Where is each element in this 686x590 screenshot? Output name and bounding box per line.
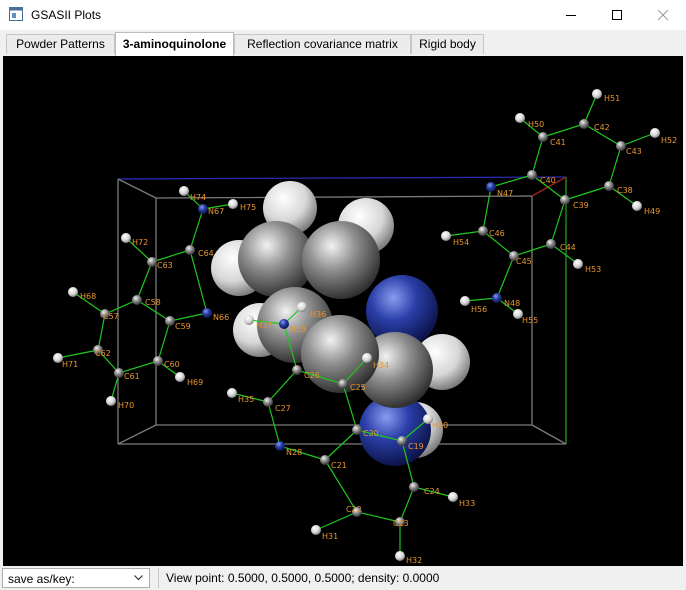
- label-H35: H35: [238, 395, 254, 404]
- app-icon: [9, 7, 23, 21]
- label-H37: H37: [256, 321, 272, 330]
- label-H36: H36: [310, 310, 326, 319]
- label-C58: C58: [145, 298, 161, 307]
- label-C41: C41: [550, 138, 566, 147]
- label-C19: C19: [408, 442, 424, 451]
- view-point-status: View point: 0.5000, 0.5000, 0.5000; dens…: [166, 571, 440, 585]
- chevron-down-icon: [134, 575, 143, 581]
- label-N28: N28: [286, 448, 302, 457]
- label-H51: H51: [604, 94, 620, 103]
- label-C44: C44: [560, 243, 576, 252]
- label-C38: C38: [617, 186, 633, 195]
- close-icon: [657, 9, 669, 21]
- label-H69: H69: [187, 378, 203, 387]
- label-H30: H30: [432, 421, 448, 430]
- label-H72: H72: [132, 238, 148, 247]
- minimize-button[interactable]: [548, 0, 594, 30]
- label-C45: C45: [516, 257, 532, 266]
- tab-3-aminoquinolone[interactable]: 3-aminoquinolone: [115, 32, 234, 56]
- label-H50: H50: [528, 120, 544, 129]
- title-bar: GSASII Plots: [0, 0, 686, 30]
- close-button[interactable]: [640, 0, 686, 30]
- tab-powder-patterns[interactable]: Powder Patterns: [6, 34, 115, 54]
- label-C42: C42: [594, 123, 610, 132]
- label-H34: H34: [373, 361, 389, 370]
- label-C39: C39: [573, 201, 589, 210]
- label-C63: C63: [157, 261, 173, 270]
- label-H53: H53: [585, 265, 601, 274]
- label-C27: C27: [275, 404, 291, 413]
- label-H74: H74: [190, 193, 206, 202]
- label-C20: C20: [363, 429, 379, 438]
- label-N48: N48: [504, 299, 520, 308]
- label-N67: N67: [208, 207, 224, 216]
- label-C60: C60: [164, 360, 180, 369]
- label-C43: C43: [626, 147, 642, 156]
- label-H33: H33: [459, 499, 475, 508]
- label-H52: H52: [661, 136, 677, 145]
- status-bar: save as/key: View point: 0.5000, 0.5000,…: [0, 566, 686, 590]
- label-C61: C61: [124, 372, 140, 381]
- minimize-icon: [566, 15, 576, 16]
- tab-reflection-covariance-matrix[interactable]: Reflection covariance matrix: [234, 34, 411, 54]
- label-C59: C59: [175, 322, 191, 331]
- label-C26: C26: [304, 371, 320, 380]
- label-H75: H75: [240, 203, 256, 212]
- label-C57: C57: [103, 312, 119, 321]
- label-H71: H71: [62, 360, 78, 369]
- label-C25: C25: [350, 383, 366, 392]
- label-C24: C24: [424, 487, 440, 496]
- tab-rigid-body[interactable]: Rigid body: [411, 34, 484, 54]
- save-as-key-label: save as/key:: [8, 572, 75, 586]
- label-C62: C62: [95, 349, 111, 358]
- label-C22: C22: [346, 505, 362, 514]
- status-separator: [158, 568, 159, 588]
- label-H31: H31: [322, 532, 338, 541]
- label-H56: H56: [471, 305, 487, 314]
- label-N66: N66: [213, 313, 229, 322]
- label-H32: H32: [406, 556, 422, 565]
- label-C23: C23: [393, 519, 409, 528]
- label-H70: H70: [118, 401, 134, 410]
- label-C46: C46: [489, 229, 505, 238]
- label-N47: N47: [497, 189, 513, 198]
- structure-canvas[interactable]: H74 H75 N67 H72 C64 C63 H68 C58 C57 N66 …: [3, 56, 683, 566]
- label-C40: C40: [540, 176, 556, 185]
- maximize-icon: [612, 10, 622, 20]
- label-H54: H54: [453, 238, 469, 247]
- tab-bar: Powder Patterns 3-aminoquinolone Reflect…: [0, 30, 686, 56]
- save-as-key-dropdown[interactable]: save as/key:: [2, 568, 150, 588]
- label-N29: N29: [290, 325, 306, 334]
- label-H49: H49: [644, 207, 660, 216]
- label-C64: C64: [198, 249, 214, 258]
- label-H55: H55: [522, 316, 538, 325]
- label-H68: H68: [80, 292, 96, 301]
- maximize-button[interactable]: [594, 0, 640, 30]
- window-title: GSASII Plots: [31, 8, 102, 22]
- molecule-view[interactable]: H74 H75 N67 H72 C64 C63 H68 C58 C57 N66 …: [3, 56, 683, 566]
- label-C21: C21: [331, 461, 347, 470]
